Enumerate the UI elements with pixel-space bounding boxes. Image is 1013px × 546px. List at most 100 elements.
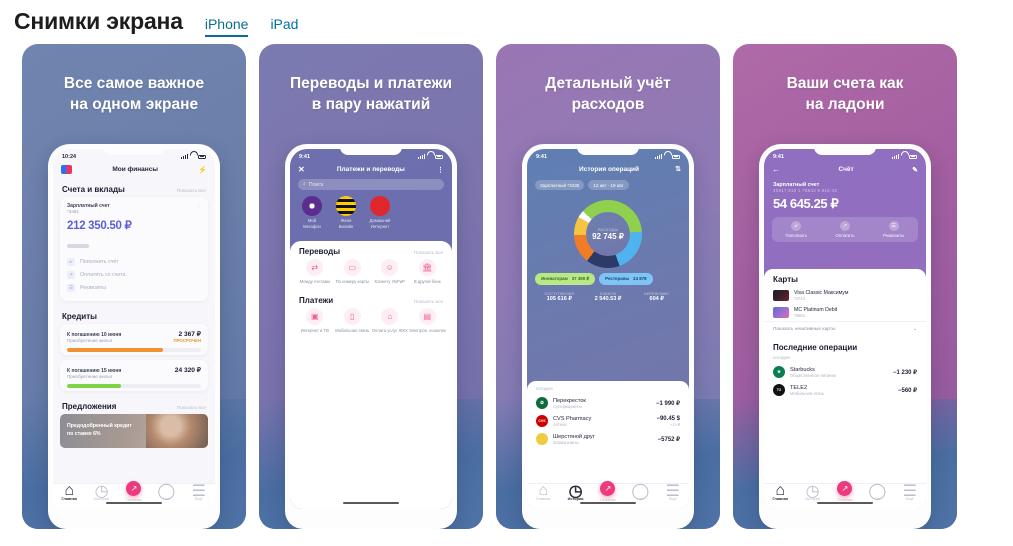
tab-history[interactable]: ◷ История [89,482,115,501]
account-more-icon[interactable]: ⋮ [196,203,201,216]
tab-payments[interactable]: ↗ Платежи [832,481,858,502]
account-action-details[interactable]: ☰ Реквизиты [67,282,201,295]
account-action-label: Реквизиты [80,285,106,292]
action-label: Оплатить [835,233,855,238]
bank-icon: 🏛 [418,259,436,276]
provider-item[interactable]: Домашний Интернет [367,196,393,229]
account-action-pay[interactable]: ↗ Оплатить со счета [67,269,201,282]
lightning-icon[interactable]: ⚡ [198,166,207,174]
tab-label: Главная [61,496,77,501]
tab-history[interactable]: ◷ История [800,483,826,501]
promo-banner[interactable]: Предодобренный кредит по ставке 6% [60,413,208,448]
payment-label: Оплата услуг ЖКХ [371,327,408,333]
recent-section-header: Последние операции [764,337,926,355]
payment-label: Мобильная связь [335,327,370,333]
legend-item[interactable]: Рестораны 24 878 [599,273,653,285]
merchant-avatar: CVS [536,415,548,427]
document-icon: ☰ [67,284,75,293]
arrow-left-icon[interactable]: ← [772,165,780,174]
tab-payments[interactable]: ↗ Платежи [595,481,621,502]
action-pay[interactable]: ↗ Оплатить [821,217,870,242]
transaction-row[interactable]: CVS CVS Pharmacy Аптеки −90.45 $ +13 ₽ [527,412,689,430]
more-vertical-icon[interactable]: ⋮ [437,166,444,174]
credit-row[interactable]: К погашению 15 июня 24 320 ₽ Приобретени… [60,359,208,391]
payments-show-all[interactable]: Показать все [414,300,443,305]
transfer-item[interactable]: ▭ По номеру карты [334,259,372,284]
provider-item[interactable]: Мой Мегафон [299,196,325,229]
transfer-item[interactable]: 🏛 В другой банк [409,259,447,284]
arrow-up-right-icon[interactable]: ↗ [837,481,853,497]
wifi-icon [901,154,907,159]
screenshot-card-3[interactable]: Детальный учёт расходов 9:41 История опе… [496,44,720,529]
navbar-title: Платежи и переводы [336,166,405,173]
show-inactive-cards-row[interactable]: Показать неактивные карты ⌄ [764,321,926,337]
tab-more[interactable]: ☰ Ещё [897,483,923,501]
screenshot-card-2[interactable]: Переводы и платежи в пару нажатий 9:41 ✕… [259,44,483,529]
arrow-up-right-icon[interactable]: ↗ [600,481,616,497]
accounts-show-all[interactable]: Показать все [177,189,206,194]
legend-item[interactable]: Иноваторам 37 390 ₽ [535,273,596,285]
transfers-title: Переводы [299,247,341,256]
signal-icon [892,154,899,159]
credit-row[interactable]: К погашению 10 июня 2 367 ₽ Приобретение… [60,323,208,355]
close-icon[interactable]: ✕ [298,165,305,174]
account-action-topup[interactable]: ↙ Пополнить счёт [67,256,201,269]
device-tabs: iPhone iPad [204,16,298,37]
action-details[interactable]: ☰ Реквизиты [869,217,918,242]
show-inactive-label: Показать неактивные карты [773,327,836,332]
screenshot-card-1[interactable]: Все самое важное на одном экране 10:24 М… [22,44,246,529]
account-card[interactable]: Зарплатный счет *3481 ⋮ 212 350.50 ₽ ↙ П… [60,197,208,301]
tab-chat[interactable]: ◯ Чат [627,483,653,501]
screenshot-card-4[interactable]: Ваши счета как на ладони 9:41 ← Счёт ✎ З… [733,44,957,529]
payment-item[interactable]: ▤ Электрон. кошелек [409,308,447,333]
signal-icon [181,154,188,159]
transaction-row[interactable]: T2 TELE2 Мобильная связь −560 ₽ [764,381,926,399]
card-row[interactable]: MC Platinum Debit *8684 [764,304,926,321]
tab-chat[interactable]: ◯ Чат [864,483,890,501]
battery-icon [435,154,443,159]
provider-shortcuts: Мой Мегафон Женя Билайн Домашний Интерне… [290,196,452,237]
tab-iphone[interactable]: iPhone [204,16,249,37]
pencil-icon[interactable]: ✎ [912,166,918,174]
card-4-caption-line1: Ваши счета как [786,75,904,92]
tab-more[interactable]: ☰ Ещё [186,483,212,501]
search-input[interactable]: ⌕ Поиск [298,179,444,190]
home-internet-icon [370,196,390,216]
tab-more[interactable]: ☰ Ещё [660,483,686,501]
transfers-show-all[interactable]: Показать все [414,251,443,256]
page-title: Снимки экрана [14,8,183,34]
offers-show-all[interactable]: Показать все [177,406,206,411]
card-row[interactable]: Visa Classic Максимум *0714 [764,287,926,304]
tab-home[interactable]: ⌂ Главная [767,482,793,501]
payment-item[interactable]: ▯ Мобильная связь [334,308,372,333]
arrow-up-right-icon[interactable]: ↗ [126,481,142,497]
tab-ipad[interactable]: iPad [270,16,298,35]
home-indicator [580,501,636,504]
credits-title: Кредиты [62,311,97,321]
legend-value: 24 878 [633,276,647,281]
action-topup[interactable]: ↙ Пополнить [772,217,821,242]
transfer-item[interactable]: ☺ Клиенту УБРиР [371,259,409,284]
phone-notch [340,144,402,155]
chip-period[interactable]: 12 авг - 19 авг [588,180,629,190]
account-action-bar: ↙ Пополнить ↗ Оплатить ☰ Реквизиты [772,217,918,242]
tab-chat[interactable]: ◯ Чат [153,483,179,501]
accounts-title: Счета и вклады [62,185,125,194]
transaction-row[interactable]: ✿ Перекресток Супермаркеты −1 990 ₽ [527,394,689,412]
transaction-row[interactable]: Шерстяной друг Зоомагазины −5752 ₽ [527,430,689,448]
transfer-item[interactable]: ⇄ Между счетами [296,259,334,284]
tab-home[interactable]: ⌂ Главная [56,482,82,501]
transaction-row[interactable]: ★ Starbucks Общественное питание −1 230 … [764,363,926,381]
clock-icon: ◷ [94,482,109,500]
card-icon: ▭ [343,259,361,276]
tab-history[interactable]: ◷ История [563,483,589,501]
payment-item[interactable]: ▣ Интернет и ТВ [296,308,334,333]
sort-filter-icon[interactable]: ⇅ [675,165,681,173]
provider-item[interactable]: Женя Билайн [333,196,359,229]
tab-home[interactable]: ⌂ Главная [530,482,556,501]
navbar-title: Мои финансы [112,166,158,173]
tab-payments[interactable]: ↗ Платежи [121,481,147,502]
payment-item[interactable]: ⌂ Оплата услуг ЖКХ [371,308,409,333]
chip-account[interactable]: Зарплатный *3430 [535,180,585,190]
filter-chips: Зарплатный *3430 12 авг - 19 авг [527,178,689,196]
